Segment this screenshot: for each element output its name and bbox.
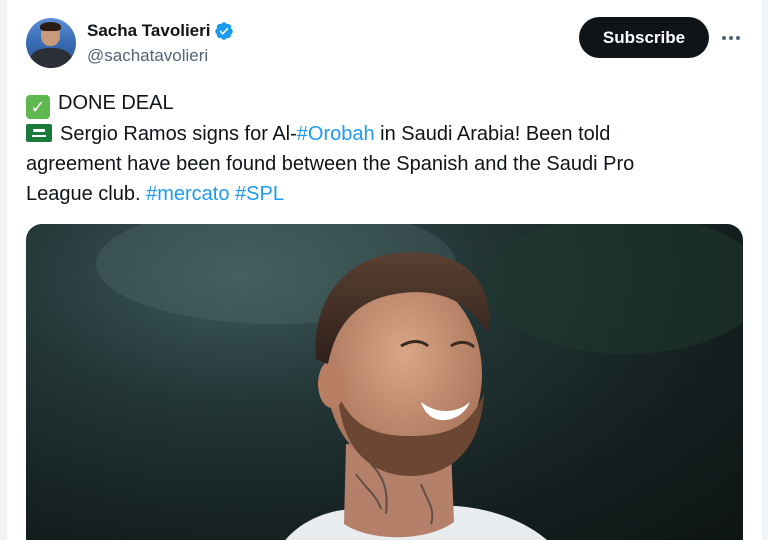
tweet-line-3: agreement have been found between the Sp… xyxy=(26,153,635,175)
verified-badge-icon[interactable] xyxy=(214,21,234,41)
author-handle[interactable]: @sachatavolieri xyxy=(87,46,208,66)
hashtag-mercato-link[interactable]: #mercato xyxy=(146,183,229,205)
more-dot xyxy=(722,36,726,40)
tweet-media-image[interactable] xyxy=(26,224,743,540)
avatar-body-shape xyxy=(30,48,72,68)
author-display-name[interactable]: Sacha Tavolieri xyxy=(87,21,210,41)
avatar[interactable] xyxy=(26,18,76,68)
tweet-line-2: Sergio Ramos signs for Al-#Orobah in Sau… xyxy=(26,119,738,149)
tweet-line-2-before: Sergio Ramos signs for Al- xyxy=(60,123,297,145)
check-mark-emoji-icon: ✓ xyxy=(26,95,50,119)
more-dot xyxy=(736,36,740,40)
subscribe-button[interactable]: Subscribe xyxy=(579,17,709,58)
background-blur-shape xyxy=(486,224,743,354)
tweet-line-4-before: League club. xyxy=(26,183,147,205)
tweet-line-4: League club. #mercato #SPL xyxy=(26,179,738,209)
player-photo-illustration xyxy=(96,224,743,540)
saudi-flag-emoji-icon xyxy=(26,124,52,142)
hashtag-orobah-link[interactable]: #Orobah xyxy=(297,123,375,145)
tweet-header: Sacha Tavolieri @sachatavolieri Subscrib… xyxy=(7,0,762,80)
tweet-card: Sacha Tavolieri @sachatavolieri Subscrib… xyxy=(7,0,762,540)
tweet-line-1-text: DONE DEAL xyxy=(58,92,174,114)
more-dot xyxy=(729,36,733,40)
hashtag-spl-link[interactable]: #SPL xyxy=(235,183,284,205)
ear-shape xyxy=(318,360,346,408)
tweet-line-2-after: in Saudi Arabia! Been told xyxy=(374,123,611,145)
tweet-line-1: ✓ DONE DEAL xyxy=(26,88,738,119)
author-name-row: Sacha Tavolieri xyxy=(87,19,234,43)
tweet-body: ✓ DONE DEAL Sergio Ramos signs for Al-#Or… xyxy=(26,88,738,209)
avatar-hair-shape xyxy=(40,22,61,31)
more-horizontal-icon[interactable] xyxy=(719,28,743,48)
